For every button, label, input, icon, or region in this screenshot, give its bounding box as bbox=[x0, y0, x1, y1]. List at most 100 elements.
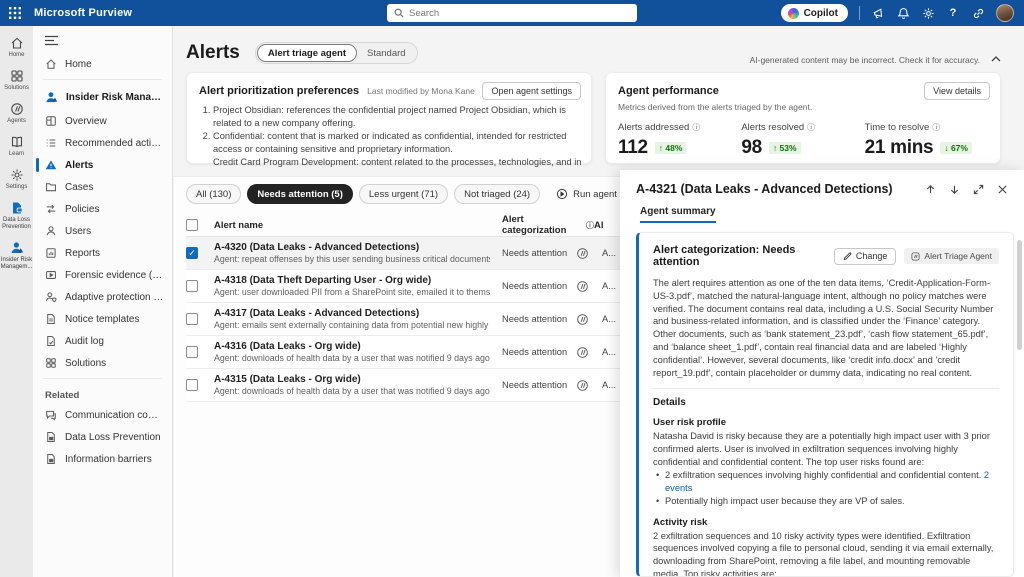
rail-item-solutions[interactable]: Solutions bbox=[0, 66, 33, 96]
performance-subtitle: Metrics derived from the alerts triaged … bbox=[618, 102, 813, 112]
solutions-grid-icon bbox=[45, 357, 57, 369]
change-categorization-button[interactable]: Change bbox=[833, 247, 897, 265]
rail-item-learn[interactable]: Learn bbox=[0, 132, 33, 162]
sidebar-item-information-barriers[interactable]: Information barriers bbox=[33, 448, 172, 470]
rail-item-data-loss-prevention[interactable]: Data Loss Prevention bbox=[0, 198, 33, 235]
user-avatar[interactable] bbox=[996, 4, 1014, 22]
link-icon[interactable] bbox=[971, 6, 985, 20]
toggle-alert-triage-agent[interactable]: Alert triage agent bbox=[256, 44, 357, 62]
alert-detail-panel: A-4321 (Data Leaks - Advanced Detections… bbox=[620, 170, 1024, 577]
alert-triangle-icon bbox=[45, 159, 57, 171]
global-search[interactable] bbox=[387, 4, 637, 22]
app-rail: Home Solutions Agents Learn Settings Dat… bbox=[0, 26, 33, 577]
select-all-checkbox[interactable] bbox=[186, 219, 198, 231]
rail-item-home[interactable]: Home bbox=[0, 33, 33, 63]
audit-log-icon bbox=[45, 335, 57, 347]
checklist-icon bbox=[45, 137, 57, 149]
agent-icon bbox=[577, 346, 588, 358]
sidebar-item-communication-compliance[interactable]: Communication compliance bbox=[33, 404, 172, 426]
topbar-divider bbox=[859, 6, 860, 20]
sidebar-item-overview[interactable]: Overview bbox=[33, 110, 172, 132]
metric-delta: ↓ 67% bbox=[940, 142, 972, 154]
sidebar-item-notice-templates[interactable]: Notice templates bbox=[33, 308, 172, 330]
column-alert-name[interactable]: Alert name bbox=[214, 220, 502, 231]
sidebar-item-data-loss-prevention[interactable]: Data Loss Prevention bbox=[33, 426, 172, 448]
categorization-value: Needs attention bbox=[502, 347, 568, 357]
video-play-icon bbox=[45, 269, 57, 281]
overview-icon bbox=[45, 115, 57, 127]
next-alert-arrow-down-icon[interactable] bbox=[949, 184, 960, 195]
tab-agent-summary[interactable]: Agent summary bbox=[640, 206, 716, 223]
agent-performance-card: Agent performance View details Metrics d… bbox=[605, 72, 1001, 164]
sidebar-section-insider-risk-management[interactable]: Insider Risk Management bbox=[33, 84, 172, 110]
divider bbox=[653, 388, 999, 390]
sidebar-item-adaptive-protection[interactable]: Adaptive protection (preview) bbox=[33, 286, 172, 308]
row-checkbox[interactable] bbox=[186, 313, 198, 325]
sidebar-item-reports[interactable]: Reports bbox=[33, 242, 172, 264]
sidebar-item-solutions[interactable]: Solutions bbox=[33, 352, 172, 374]
view-details-button[interactable]: View details bbox=[924, 82, 990, 100]
prioritization-item: Confidential: content that is marked or … bbox=[213, 130, 581, 155]
filter-all[interactable]: All (130) bbox=[186, 184, 242, 204]
filter-needs-attention[interactable]: Needs attention (5) bbox=[247, 184, 353, 204]
column-alert-categorization[interactable]: Alert categorization ⓘ bbox=[502, 214, 594, 236]
categorization-value: Needs attention bbox=[502, 248, 568, 258]
copilot-button[interactable]: Copilot bbox=[780, 4, 848, 22]
activity-risk-text: 2 exfiltration sequences and 10 risky ac… bbox=[653, 530, 994, 577]
rail-item-agents[interactable]: Agents bbox=[0, 99, 33, 129]
sidebar-item-audit-log[interactable]: Audit log bbox=[33, 330, 172, 352]
sidebar-item-home[interactable]: Home bbox=[33, 53, 172, 75]
collapse-nav-icon[interactable] bbox=[33, 26, 172, 53]
row-checkbox[interactable] bbox=[186, 379, 198, 391]
row-checkbox[interactable] bbox=[186, 346, 198, 358]
metric-delta: ↑ 48% bbox=[654, 142, 687, 154]
sidebar-item-forensic-evidence[interactable]: Forensic evidence (preview) bbox=[33, 264, 172, 286]
sidebar-item-recommended-actions[interactable]: Recommended actions bbox=[33, 132, 172, 154]
metric-delta: ↑ 53% bbox=[768, 142, 801, 154]
app-launcher-icon[interactable] bbox=[0, 0, 30, 26]
metric-alerts-resolved: Alerts resolved ⓘ 98 ↑ 53% bbox=[741, 122, 816, 158]
settings-gear-icon[interactable] bbox=[921, 6, 935, 20]
panel-scrollbar[interactable] bbox=[1017, 240, 1022, 350]
filter-less-urgent[interactable]: Less urgent (71) bbox=[358, 184, 449, 204]
performance-title: Agent performance bbox=[618, 85, 719, 97]
details-heading: Details bbox=[653, 397, 686, 409]
user-risk-bullets: 2 exfiltration sequences involving highl… bbox=[655, 469, 999, 507]
metric-time-to-resolve: Time to resolve ⓘ 21 mins ↓ 67% bbox=[865, 122, 988, 159]
chevron-up-icon[interactable] bbox=[988, 51, 1004, 67]
sidebar-item-policies[interactable]: Policies bbox=[33, 198, 172, 220]
open-agent-settings-button[interactable]: Open agent settings bbox=[482, 82, 581, 100]
expand-icon[interactable] bbox=[973, 184, 984, 195]
row-checkbox[interactable] bbox=[186, 280, 198, 292]
categorization-value: Needs attention bbox=[502, 380, 568, 390]
toggle-standard[interactable]: Standard bbox=[357, 45, 416, 61]
user-risk-text: Natasha David is risky because they are … bbox=[653, 430, 990, 467]
previous-alert-arrow-up-icon[interactable] bbox=[925, 184, 936, 195]
sidebar-item-alerts[interactable]: Alerts bbox=[33, 154, 172, 176]
app-title: Microsoft Purview bbox=[34, 7, 133, 19]
sidebar-item-users[interactable]: Users bbox=[33, 220, 172, 242]
rail-item-settings[interactable]: Settings bbox=[0, 165, 33, 195]
metric-alerts-addressed: Alerts addressed ⓘ 112 ↑ 48% bbox=[618, 122, 701, 158]
search-input[interactable] bbox=[409, 7, 630, 19]
notifications-bell-icon[interactable] bbox=[896, 6, 910, 20]
info-icon: ⓘ bbox=[586, 220, 594, 230]
copilot-icon bbox=[787, 7, 799, 19]
help-icon[interactable]: ? bbox=[946, 6, 960, 20]
policies-arrows-icon bbox=[45, 203, 57, 215]
close-icon[interactable] bbox=[997, 184, 1008, 195]
activity-risk-heading: Activity risk bbox=[653, 516, 708, 528]
last-modified-text: Last modified by Mona Kane bbox=[367, 86, 475, 96]
whats-new-megaphone-icon[interactable] bbox=[871, 6, 885, 20]
user-risk-heading: User risk profile bbox=[653, 417, 727, 429]
prioritization-item: Credit Card Program Development: content… bbox=[213, 156, 581, 169]
filter-not-triaged[interactable]: Not triaged (24) bbox=[454, 184, 541, 204]
rail-item-insider-risk-management[interactable]: Insider Risk Managem... bbox=[0, 238, 33, 275]
divider bbox=[43, 378, 162, 379]
agent-icon bbox=[577, 280, 588, 292]
info-icon: ⓘ bbox=[692, 123, 701, 132]
sidebar-item-cases[interactable]: Cases bbox=[33, 176, 172, 198]
agent-badge-icon bbox=[911, 251, 920, 261]
prioritization-title: Alert prioritization preferences bbox=[199, 85, 360, 97]
row-checkbox[interactable]: ✓ bbox=[186, 247, 198, 259]
